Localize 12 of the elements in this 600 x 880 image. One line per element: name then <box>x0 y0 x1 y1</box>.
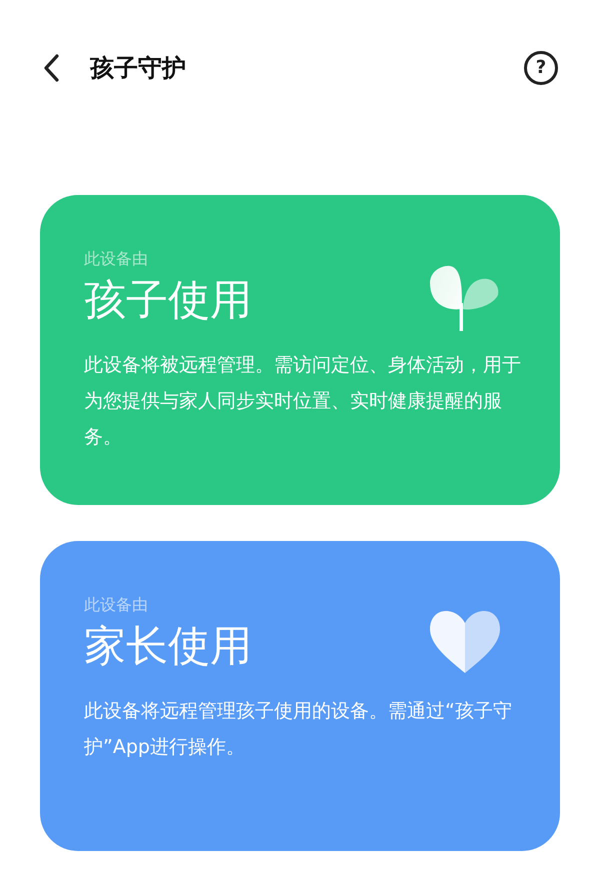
mode-card[interactable]: 此设备由 家长使用 此设备将远程管理孩子使用的设备。需通过“孩子守护”App进行操作。 <box>40 541 560 851</box>
page-title: 孩子守护 <box>90 53 186 84</box>
card-title: 家长使用 <box>84 620 252 672</box>
card-caption: 此设备由 <box>84 594 148 616</box>
card-caption: 此设备由 <box>84 248 148 270</box>
card-description: 此设备将被远程管理。需访问定位、身体活动，用于为您提供与家人同步实时位置、实时健康提醒的服务。 <box>84 353 522 450</box>
card-description: 此设备将远程管理孩子使用的设备。需通过“孩子守护”App进行操作。 <box>84 699 513 760</box>
help-button[interactable]: ? <box>524 51 558 85</box>
heart-icon <box>430 611 500 673</box>
card-title: 孩子使用 <box>84 274 252 326</box>
mode-card[interactable]: 此设备由 孩子使用 此设备将被远程管理。需访问定位、身体活动，用于为您提供与家人同步实时位置、实时健康提醒的服务。 <box>40 195 560 505</box>
sprout-icon <box>428 265 500 331</box>
